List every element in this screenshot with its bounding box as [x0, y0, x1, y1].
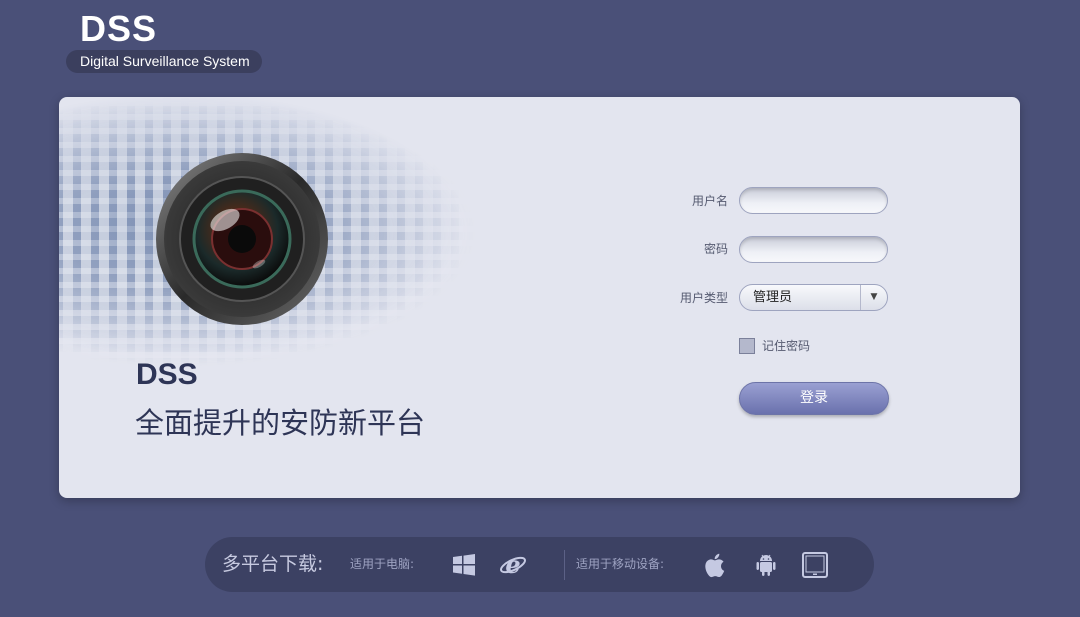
download-title: 多平台下载: — [222, 553, 324, 575]
windows-icon[interactable] — [450, 551, 478, 579]
logo-subtitle: Digital Surveillance System — [66, 50, 262, 73]
login-button[interactable]: 登录 — [739, 382, 889, 415]
remember-password-checkbox[interactable] — [739, 338, 755, 354]
password-label: 密码 — [703, 242, 728, 256]
divider — [564, 550, 565, 580]
download-bar: 多平台下载: 适用于电脑: e 适用于移动设备: — [205, 537, 874, 592]
user-type-label-wrap: 用户类型 — [668, 284, 728, 312]
logo-wordmark: DSS — [80, 8, 158, 49]
dropdown-arrow-icon[interactable]: ▼ — [860, 285, 887, 310]
mobile-label: 适用于移动设备: — [576, 557, 665, 571]
username-input[interactable] — [739, 187, 888, 214]
user-type-select[interactable]: 管理员 ▼ — [739, 284, 888, 311]
password-input[interactable] — [739, 236, 888, 263]
video-wall-image — [59, 97, 619, 397]
hero-title: DSS — [136, 358, 198, 391]
apple-icon[interactable] — [702, 551, 730, 579]
password-label-wrap: 密码 — [668, 235, 728, 263]
remember-password-label[interactable]: 记住密码 — [762, 337, 810, 355]
username-label-wrap: 用户名 — [668, 187, 728, 215]
user-type-label: 用户类型 — [679, 291, 728, 305]
pc-label: 适用于电脑: — [350, 557, 415, 571]
username-label: 用户名 — [691, 194, 728, 208]
hero-subtitle: 全面提升的安防新平台 — [135, 406, 426, 440]
svg-text:e: e — [505, 551, 520, 579]
internet-explorer-icon[interactable]: e — [499, 551, 527, 579]
camera-lens-image — [156, 153, 328, 325]
user-type-value: 管理员 — [753, 290, 793, 305]
android-icon[interactable] — [752, 551, 780, 579]
tablet-icon[interactable] — [801, 551, 829, 579]
